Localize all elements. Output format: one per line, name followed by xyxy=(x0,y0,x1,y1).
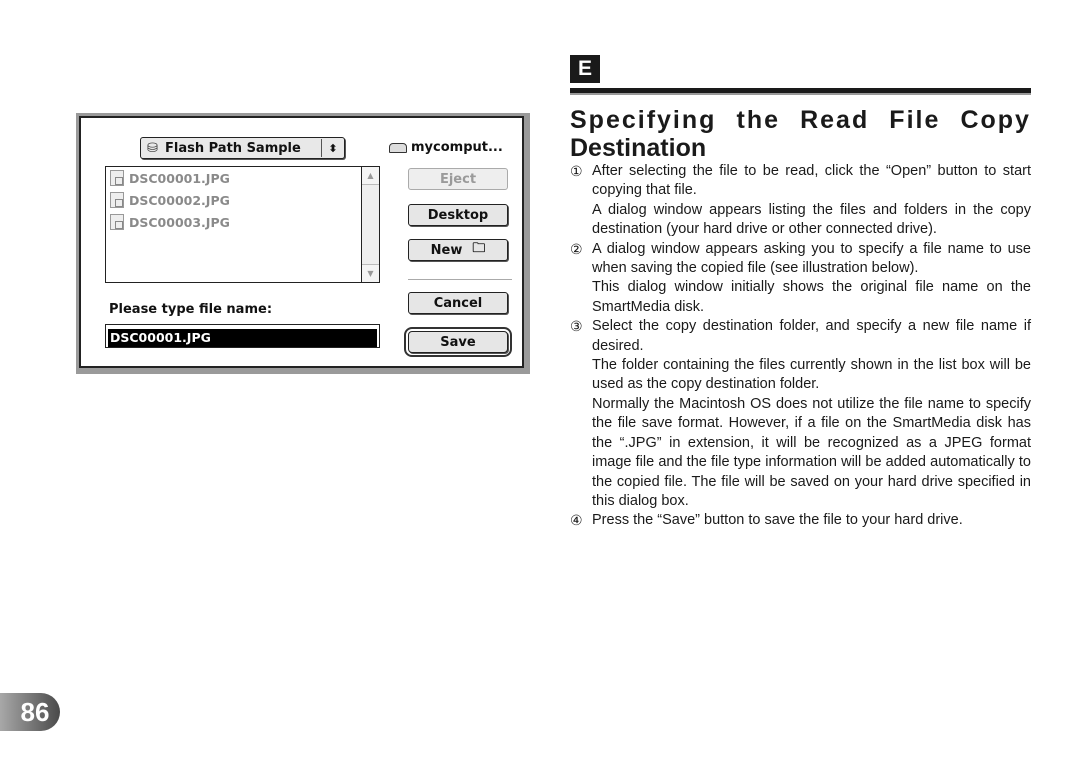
folder-popup-label: Flash Path Sample xyxy=(165,140,301,156)
step-text: A dialog window appears asking you to sp… xyxy=(592,240,1031,277)
cancel-button[interactable]: Cancel xyxy=(408,292,508,314)
filename-field-frame xyxy=(105,324,380,348)
title-word: the xyxy=(736,106,780,134)
section-rule xyxy=(570,88,1031,95)
floppy-disk-icon: ⛁ xyxy=(147,140,158,156)
file-name: DSC00002.JPG xyxy=(129,192,230,208)
step-text: A dialog window appears listing the file… xyxy=(592,201,1031,238)
jpeg-file-icon xyxy=(110,214,124,230)
title-line-2: Destination xyxy=(570,134,707,162)
save-button[interactable]: Save xyxy=(404,327,512,357)
step-text: After selecting the file to be read, cli… xyxy=(592,163,1031,199)
hard-drive-icon xyxy=(389,142,407,153)
scroll-down-arrow-icon[interactable]: ▼ xyxy=(362,264,379,282)
title-word: Read xyxy=(800,106,870,134)
updown-arrows-icon: ⬍ xyxy=(321,139,344,157)
steps-list: ① After selecting the file to be read, c… xyxy=(570,162,1031,531)
step-number: ② xyxy=(570,240,583,257)
file-list[interactable]: DSC00001.JPG DSC00002.JPG DSC00003.JPG ▲… xyxy=(105,166,380,283)
scroll-up-arrow-icon[interactable]: ▲ xyxy=(362,167,379,185)
step-4: ④ Press the “Save” button to save the fi… xyxy=(570,511,1031,530)
step-2: ② A dialog window appears asking you to … xyxy=(570,240,1031,318)
file-name: DSC00001.JPG xyxy=(129,170,230,186)
folder-popup-menu[interactable]: ⛁ Flash Path Sample ⬍ xyxy=(140,137,345,159)
step-text: Normally the Macintosh OS does not utili… xyxy=(592,395,1031,509)
list-item[interactable]: DSC00001.JPG xyxy=(106,167,379,189)
desktop-button[interactable]: Desktop xyxy=(408,204,508,226)
list-item[interactable]: DSC00003.JPG xyxy=(106,211,379,233)
filename-input[interactable] xyxy=(108,328,377,347)
step-text: The folder containing the files currentl… xyxy=(592,357,1031,393)
page-number: 86 xyxy=(0,693,60,731)
title-word: Copy xyxy=(960,106,1031,134)
step-number: ① xyxy=(570,163,583,179)
list-item[interactable]: DSC00002.JPG xyxy=(106,189,379,211)
drive-label: mycomput... xyxy=(389,140,503,155)
page-title: Specifying the Read File Copy Destinatio… xyxy=(570,106,1031,162)
step-text: Press the “Save” button to save the file… xyxy=(592,512,963,529)
jpeg-file-icon xyxy=(110,192,124,208)
step-text: This dialog window initially shows the o… xyxy=(592,279,1031,315)
step-number: ④ xyxy=(570,512,583,529)
drive-name: mycomput... xyxy=(411,140,503,155)
section-badge: E xyxy=(570,55,600,83)
new-folder-button[interactable]: New 🗀 xyxy=(408,239,508,261)
eject-button[interactable]: Eject xyxy=(408,168,508,190)
jpeg-file-icon xyxy=(110,170,124,186)
file-name: DSC00003.JPG xyxy=(129,214,230,230)
new-button-label: New xyxy=(430,242,463,258)
title-word: File xyxy=(889,106,941,134)
filename-prompt: Please type file name: xyxy=(109,302,273,317)
step-3: ③ Select the copy destination folder, an… xyxy=(570,317,1031,511)
save-dialog-illustration: ⛁ Flash Path Sample ⬍ mycomput... DSC000… xyxy=(76,113,530,374)
list-scrollbar[interactable]: ▲ ▼ xyxy=(361,167,379,282)
step-1: ① After selecting the file to be read, c… xyxy=(570,162,1031,240)
step-text: Select the copy destination folder, and … xyxy=(592,318,1031,354)
folder-icon: 🗀 xyxy=(472,241,486,256)
step-number: ③ xyxy=(570,318,583,335)
button-divider xyxy=(408,279,512,280)
save-dialog: ⛁ Flash Path Sample ⬍ mycomput... DSC000… xyxy=(79,116,524,368)
title-word: Specifying xyxy=(570,106,717,134)
title-line-1: Specifying the Read File Copy xyxy=(570,106,1031,134)
